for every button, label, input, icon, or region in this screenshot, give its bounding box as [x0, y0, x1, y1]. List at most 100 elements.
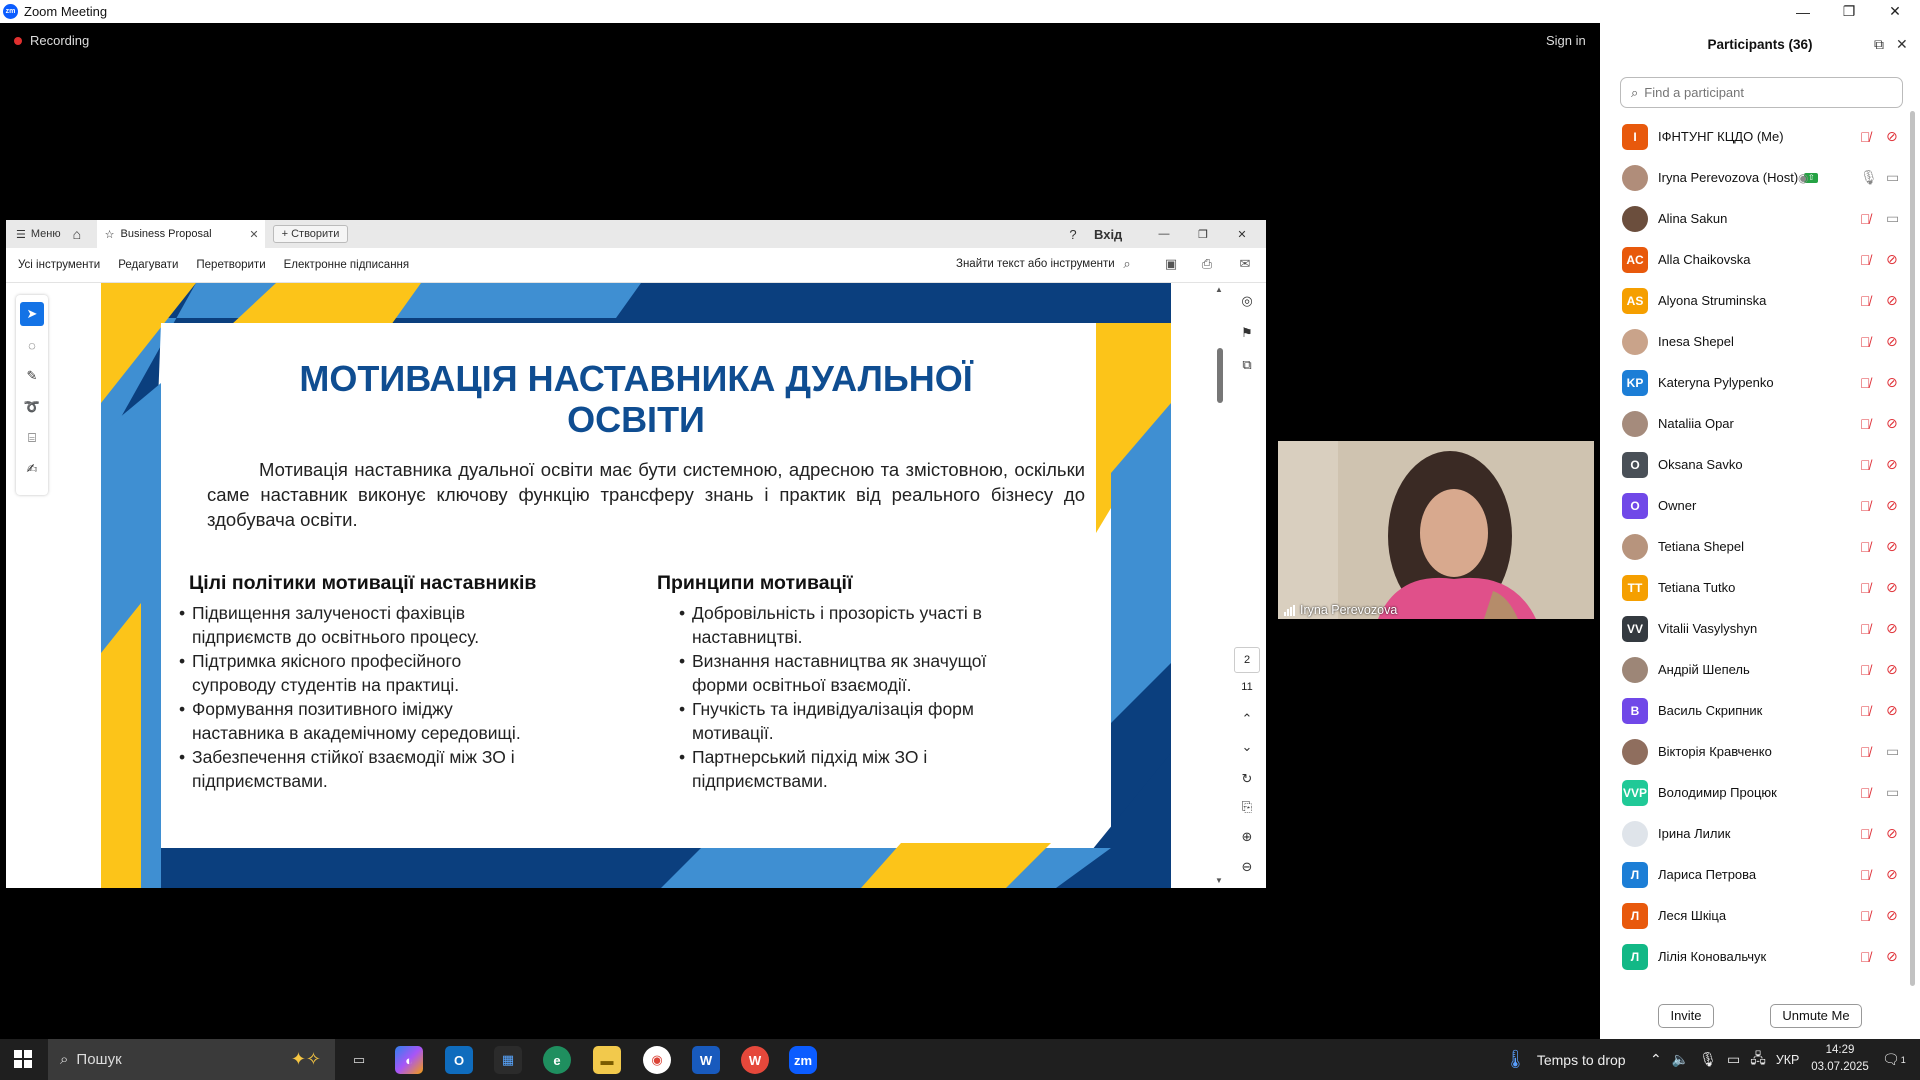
- mic-muted-icon[interactable]: 🎙̸: [1860, 703, 1871, 719]
- participant-search-input[interactable]: [1644, 85, 1875, 100]
- edge-icon[interactable]: e: [543, 1046, 571, 1074]
- all-tools-button[interactable]: Усі інструменти: [18, 259, 100, 271]
- zoom-out-icon[interactable]: ⊖: [1238, 859, 1256, 877]
- weather-widget[interactable]: 🌡 Temps to drop: [1504, 1039, 1626, 1080]
- network-icon[interactable]: 🖧: [1750, 1048, 1766, 1072]
- language-indicator[interactable]: УКР: [1776, 1053, 1800, 1067]
- camera-off-icon[interactable]: ⊘: [1886, 538, 1898, 555]
- page-up-icon[interactable]: ⌃: [1238, 711, 1256, 729]
- camera-off-icon[interactable]: ⊘: [1886, 661, 1898, 678]
- windows-start-icon[interactable]: [14, 1050, 32, 1068]
- find-text-button[interactable]: Знайти текст або інструменти: [956, 258, 1115, 270]
- chrome-icon[interactable]: ◉: [643, 1046, 671, 1074]
- mic-muted-icon[interactable]: 🎙̸: [1860, 334, 1871, 350]
- home-icon[interactable]: ⌂: [73, 226, 91, 242]
- invite-button[interactable]: Invite: [1658, 1004, 1714, 1028]
- mic-muted-icon[interactable]: 🎙̸: [1860, 539, 1871, 555]
- participant-row[interactable]: Ірина Лилик 🎙̸ ⊘: [1622, 813, 1908, 854]
- pop-out-icon[interactable]: ⧉: [1874, 36, 1884, 53]
- participant-list-scroll-thumb[interactable]: [1910, 111, 1915, 986]
- scroll-thumb[interactable]: [1217, 348, 1223, 403]
- camera-off-icon[interactable]: ⊘: [1886, 251, 1898, 268]
- wps-icon[interactable]: W: [741, 1046, 769, 1074]
- speaker-icon[interactable]: 🔈: [1672, 1051, 1689, 1068]
- camera-icon[interactable]: ▭: [1886, 210, 1899, 227]
- camera-off-icon[interactable]: ⊘: [1886, 456, 1898, 473]
- select-cursor-icon[interactable]: ➤: [20, 302, 44, 326]
- mic-icon[interactable]: 🎙: [1860, 169, 1878, 186]
- camera-off-icon[interactable]: ⊘: [1886, 374, 1898, 391]
- word-icon[interactable]: W: [692, 1046, 720, 1074]
- participant-search-box[interactable]: ⌕: [1620, 77, 1903, 108]
- recording-indicator[interactable]: Recording: [14, 33, 89, 48]
- extract-page-icon[interactable]: ⎘: [1238, 799, 1256, 817]
- camera-off-icon[interactable]: ⊘: [1886, 415, 1898, 432]
- participant-row[interactable]: Вікторія Кравченко 🎙̸ ▭: [1622, 731, 1908, 772]
- participant-video-tile[interactable]: Iryna Perevozova: [1278, 441, 1594, 619]
- mic-muted-icon[interactable]: 🎙̸: [1860, 621, 1871, 637]
- participant-row[interactable]: Tetiana Shepel 🎙̸ ⊘: [1622, 526, 1908, 567]
- participant-row[interactable]: В Василь Скрипник 🎙̸ ⊘: [1622, 690, 1908, 731]
- copilot-icon[interactable]: ◐: [395, 1046, 423, 1074]
- participant-row[interactable]: O Owner 🎙̸ ⊘: [1622, 485, 1908, 526]
- scroll-down-arrow-icon[interactable]: ▼: [1215, 876, 1223, 885]
- document-tab[interactable]: ☆ Business Proposal ✕: [96, 220, 265, 248]
- bookmark-icon[interactable]: ⚑: [1238, 325, 1256, 343]
- participant-row[interactable]: O Oksana Savko 🎙̸ ⊘: [1622, 444, 1908, 485]
- rotate-icon[interactable]: ↻: [1238, 771, 1256, 789]
- scroll-up-arrow-icon[interactable]: ▲: [1215, 285, 1223, 294]
- camera-tray-icon[interactable]: ▭: [1727, 1051, 1740, 1068]
- task-view-icon[interactable]: ▭: [345, 1046, 373, 1074]
- zoom-taskbar-icon[interactable]: zm: [789, 1046, 817, 1074]
- minimize-button[interactable]: —: [1780, 0, 1826, 23]
- email-icon[interactable]: ✉: [1236, 256, 1254, 274]
- participant-row[interactable]: AC Alla Chaikovska 🎙̸ ⊘: [1622, 239, 1908, 280]
- save-icon[interactable]: ▣: [1162, 256, 1180, 274]
- participant-row[interactable]: Л Лілія Коновальчук 🎙̸ ⊘: [1622, 936, 1908, 977]
- participant-row[interactable]: Iryna Perevozova (Host) ⇧ ◉ 🎙 ▭: [1622, 157, 1908, 198]
- system-tray[interactable]: ⌃ 🔈 🎙 ▭ 🖧 УКР: [1650, 1039, 1799, 1080]
- camera-off-icon[interactable]: ⊘: [1886, 948, 1898, 965]
- mic-muted-icon[interactable]: 🎙̸: [1860, 293, 1871, 309]
- close-tab-icon[interactable]: ✕: [249, 228, 258, 241]
- camera-off-icon[interactable]: ⊘: [1886, 497, 1898, 514]
- participant-row[interactable]: VVP Володимир Процюк 🎙̸ ▭: [1622, 772, 1908, 813]
- search-icon[interactable]: ⌕: [1118, 256, 1136, 274]
- participant-row[interactable]: Л Лариса Петрова 🎙̸ ⊘: [1622, 854, 1908, 895]
- file-explorer-icon[interactable]: ▬: [593, 1046, 621, 1074]
- mic-muted-icon[interactable]: 🎙̸: [1860, 785, 1871, 801]
- mic-muted-icon[interactable]: 🎙̸: [1860, 498, 1871, 514]
- acrobat-minimize-icon[interactable]: —: [1154, 220, 1174, 248]
- outlook-icon[interactable]: O: [445, 1046, 473, 1074]
- camera-off-icon[interactable]: ⊘: [1886, 579, 1898, 596]
- camera-off-icon[interactable]: ⊘: [1886, 620, 1898, 637]
- store-icon[interactable]: ▦: [494, 1046, 522, 1074]
- edit-button[interactable]: Редагувати: [118, 259, 178, 271]
- participant-row[interactable]: VV Vitalii Vasylyshyn 🎙̸ ⊘: [1622, 608, 1908, 649]
- participant-list-scrollbar[interactable]: [1910, 111, 1915, 991]
- lasso-draw-icon[interactable]: ➰: [20, 395, 44, 419]
- mic-muted-icon[interactable]: 🎙̸: [1860, 744, 1871, 760]
- comments-panel-icon[interactable]: ◎: [1238, 293, 1256, 311]
- participant-row[interactable]: І ІФНТУНГ КЦДО (Me) 🎙̸ ⊘: [1622, 116, 1908, 157]
- star-icon[interactable]: ☆: [105, 228, 115, 241]
- camera-off-icon[interactable]: ⊘: [1886, 866, 1898, 883]
- text-box-icon[interactable]: ⌸: [20, 426, 44, 450]
- taskbar-search[interactable]: ⌕ Пошук ✦✧: [48, 1039, 335, 1080]
- participant-row[interactable]: AS Alyona Struminska 🎙̸ ⊘: [1622, 280, 1908, 321]
- camera-off-icon[interactable]: ⊘: [1886, 825, 1898, 842]
- highlight-pen-icon[interactable]: ✎: [20, 364, 44, 388]
- camera-off-icon[interactable]: ⊘: [1886, 702, 1898, 719]
- camera-icon[interactable]: ▭: [1886, 169, 1899, 186]
- close-window-button[interactable]: ✕: [1872, 0, 1918, 23]
- camera-icon[interactable]: ▭: [1886, 743, 1899, 760]
- camera-off-icon[interactable]: ⊘: [1886, 292, 1898, 309]
- camera-icon[interactable]: ▭: [1886, 784, 1899, 801]
- notification-center[interactable]: 🗨 1: [1882, 1039, 1906, 1080]
- page-down-icon[interactable]: ⌄: [1238, 739, 1256, 757]
- unmute-me-button[interactable]: Unmute Me: [1770, 1004, 1862, 1028]
- signature-icon[interactable]: ✍: [20, 457, 44, 481]
- mic-muted-icon[interactable]: 🎙̸: [1860, 457, 1871, 473]
- current-page-field[interactable]: 2: [1234, 647, 1260, 673]
- mic-muted-icon[interactable]: 🎙̸: [1860, 662, 1871, 678]
